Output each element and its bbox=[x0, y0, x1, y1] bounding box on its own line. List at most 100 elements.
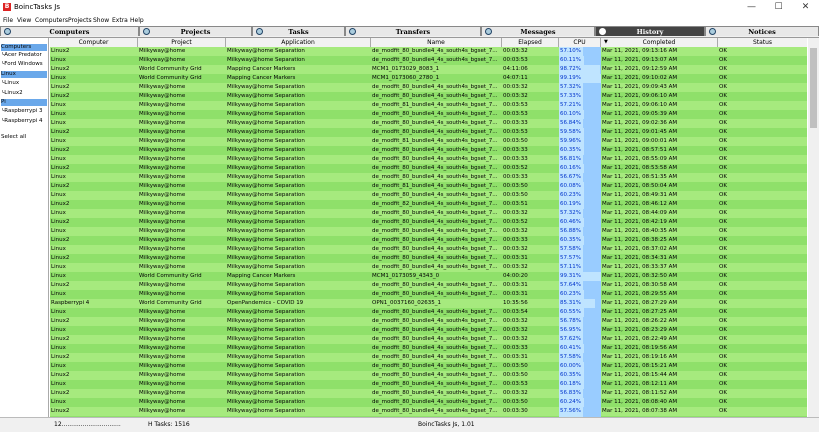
table-row[interactable]: Linux Milkyway@home Milkyway@home Separati… bbox=[50, 173, 807, 182]
tab-computers[interactable]: Computers bbox=[0, 26, 139, 36]
cell-project: Milkyway@home bbox=[139, 111, 186, 117]
cell-application: Milkyway@home Separation bbox=[227, 48, 305, 54]
sort-descending-icon: ▼ bbox=[604, 39, 608, 45]
table-row[interactable]: Linux Milkyway@home Milkyway@home Separati… bbox=[50, 137, 807, 146]
tab-notices[interactable]: Notices bbox=[705, 26, 819, 36]
table-row[interactable]: Linux Milkyway@home Milkyway@home Separati… bbox=[50, 362, 807, 371]
table-row[interactable]: Linux2 Milkyway@home Milkyway@home Separat… bbox=[50, 317, 807, 326]
table-row[interactable]: Linux Milkyway@home Milkyway@home Separati… bbox=[50, 290, 807, 299]
cell-completed: Mar 11, 2021, 09:13:16 AM bbox=[602, 48, 678, 54]
table-row[interactable]: Linux2 Milkyway@home Milkyway@home Separat… bbox=[50, 236, 807, 245]
table-row[interactable]: Linux World Community Grid Mapping Cancer … bbox=[50, 272, 807, 281]
sidebar-item-raspberrypi-3[interactable]: └Raspberrypi 3 bbox=[1, 108, 47, 115]
table-row[interactable]: Linux2 Milkyway@home Milkyway@home Separat… bbox=[50, 128, 807, 137]
cell-cpu: 85.31% bbox=[559, 299, 601, 308]
table-row[interactable]: Linux2 Milkyway@home Milkyway@home Separat… bbox=[50, 92, 807, 101]
cell-application: Milkyway@home Separation bbox=[227, 210, 305, 216]
tab-transfers[interactable]: Transfers bbox=[345, 26, 481, 36]
table-row[interactable]: Linux2 World Community Grid Mapping Cancer… bbox=[50, 65, 807, 74]
table-row[interactable]: Linux Milkyway@home Milkyway@home Separati… bbox=[50, 263, 807, 272]
cell-name: de_modfit_80_bundle4_4s_south4s_bgset_7.… bbox=[372, 156, 498, 162]
tab-messages[interactable]: Messages bbox=[481, 26, 595, 36]
cell-status: OK bbox=[719, 228, 727, 234]
table-row[interactable]: Linux Milkyway@home Milkyway@home Separati… bbox=[50, 155, 807, 164]
cell-name: de_modfit_80_bundle4_4s_south4s_bgset_7.… bbox=[372, 48, 498, 54]
sidebar-item-linux-group[interactable]: Linux bbox=[1, 71, 47, 78]
table-row[interactable]: Linux2 Milkyway@home Milkyway@home Separat… bbox=[50, 182, 807, 191]
cell-project: Milkyway@home bbox=[139, 399, 186, 405]
table-row[interactable]: Linux Milkyway@home Milkyway@home Separati… bbox=[50, 308, 807, 317]
menu-computers[interactable]: Computers bbox=[35, 16, 68, 25]
table-row[interactable]: Linux Milkyway@home Milkyway@home Separati… bbox=[50, 245, 807, 254]
column-header-status[interactable]: Status bbox=[718, 38, 807, 47]
table-row[interactable]: Linux Milkyway@home Milkyway@home Separati… bbox=[50, 119, 807, 128]
table-row[interactable]: Linux2 Milkyway@home Milkyway@home Separat… bbox=[50, 389, 807, 398]
sidebar-item-computers[interactable]: Computers bbox=[1, 44, 47, 51]
table-row[interactable]: Linux Milkyway@home Milkyway@home Separati… bbox=[50, 326, 807, 335]
table-row[interactable]: Linux2 Milkyway@home Milkyway@home Separat… bbox=[50, 47, 807, 56]
table-row[interactable]: Linux Milkyway@home Milkyway@home Separati… bbox=[50, 380, 807, 389]
column-header-cpu[interactable]: CPU bbox=[559, 38, 601, 47]
table-row[interactable]: Linux Milkyway@home Milkyway@home Separati… bbox=[50, 110, 807, 119]
table-row[interactable]: Linux2 Milkyway@home Milkyway@home Separat… bbox=[50, 164, 807, 173]
cell-name: de_modfit_80_bundle4_4s_south4s_bgset_7.… bbox=[372, 363, 498, 369]
sidebar-item-linux2[interactable]: └Linux2 bbox=[1, 90, 47, 97]
sidebar-item-ford-windows[interactable]: └Ford Windows bbox=[1, 61, 47, 68]
sidebar-item-raspberrypi-4[interactable]: └Raspberrypi 4 bbox=[1, 118, 47, 125]
app-logo-icon: B bbox=[3, 3, 11, 11]
minimize-button[interactable]: — bbox=[738, 0, 765, 15]
table-row[interactable]: Linux2 Milkyway@home Milkyway@home Separat… bbox=[50, 254, 807, 263]
column-header-application[interactable]: Application bbox=[226, 38, 371, 47]
sidebar-item-acer-predator[interactable]: └Acer Predator bbox=[1, 52, 47, 59]
table-row[interactable]: Linux Milkyway@home Milkyway@home Separati… bbox=[50, 344, 807, 353]
menu-view[interactable]: View bbox=[17, 16, 31, 25]
close-button[interactable]: ✕ bbox=[792, 0, 819, 15]
column-header-elapsed[interactable]: Elapsed bbox=[502, 38, 559, 47]
table-row[interactable]: Raspberrypi 4 World Community Grid OpenPan… bbox=[50, 299, 807, 308]
menu-show[interactable]: Show bbox=[93, 16, 109, 25]
cell-name: de_modfit_80_bundle4_4s_south4s_bgset_7.… bbox=[372, 120, 498, 126]
cell-computer: Linux bbox=[51, 192, 66, 198]
table-row[interactable]: Linux World Community Grid Mapping Cancer … bbox=[50, 74, 807, 83]
select-all-button[interactable]: Select all bbox=[1, 134, 47, 141]
table-row[interactable]: Linux Milkyway@home Milkyway@home Separati… bbox=[50, 101, 807, 110]
table-row[interactable]: Linux2 Milkyway@home Milkyway@home Separat… bbox=[50, 407, 807, 416]
table-row[interactable]: Linux2 Milkyway@home Milkyway@home Separat… bbox=[50, 353, 807, 362]
cell-status: OK bbox=[719, 138, 727, 144]
table-row[interactable]: Linux2 Milkyway@home Milkyway@home Separat… bbox=[50, 371, 807, 380]
table-row[interactable]: Linux Milkyway@home Milkyway@home Separati… bbox=[50, 227, 807, 236]
table-row[interactable]: Linux2 Milkyway@home Milkyway@home Separat… bbox=[50, 83, 807, 92]
table-row[interactable]: Linux2 Milkyway@home Milkyway@home Separat… bbox=[50, 335, 807, 344]
sidebar-item-pi-group[interactable]: Pi bbox=[1, 99, 47, 106]
tab-tasks[interactable]: Tasks bbox=[252, 26, 345, 36]
vertical-scrollbar[interactable] bbox=[808, 38, 819, 417]
table-row[interactable]: Linux Milkyway@home Milkyway@home Separati… bbox=[50, 191, 807, 200]
table-row[interactable]: Linux2 Milkyway@home Milkyway@home Separat… bbox=[50, 218, 807, 227]
tab-history[interactable]: History bbox=[595, 26, 705, 36]
menu-extra[interactable]: Extra bbox=[112, 16, 128, 25]
table-row[interactable]: Linux2 Milkyway@home Milkyway@home Separat… bbox=[50, 146, 807, 155]
table-row[interactable]: Linux Milkyway@home Milkyway@home Separati… bbox=[50, 56, 807, 65]
maximize-button[interactable]: ☐ bbox=[765, 0, 792, 15]
sidebar-item-linux[interactable]: └Linux bbox=[1, 80, 47, 87]
cell-project: Milkyway@home bbox=[139, 210, 186, 216]
column-header-completed[interactable]: ▼ Completed bbox=[601, 38, 718, 47]
cell-completed: Mar 11, 2021, 08:07:38 AM bbox=[602, 408, 678, 414]
column-header-computer[interactable]: Computer bbox=[50, 38, 138, 47]
menu-help[interactable]: Help bbox=[130, 16, 144, 25]
cell-completed: Mar 11, 2021, 08:49:31 AM bbox=[602, 192, 678, 198]
scrollbar-thumb[interactable] bbox=[810, 48, 817, 128]
table-row[interactable]: Linux2 Milkyway@home Milkyway@home Separat… bbox=[50, 281, 807, 290]
cell-status: OK bbox=[719, 264, 727, 270]
table-row[interactable]: Linux Milkyway@home Milkyway@home Separati… bbox=[50, 398, 807, 407]
column-header-name[interactable]: Name bbox=[371, 38, 502, 47]
cpu-value: 85.31% bbox=[560, 300, 581, 306]
table-row[interactable]: Linux2 Milkyway@home Milkyway@home Separat… bbox=[50, 200, 807, 209]
table-row[interactable]: Linux Milkyway@home Milkyway@home Separati… bbox=[50, 209, 807, 218]
column-header-project[interactable]: Project bbox=[138, 38, 226, 47]
menu-projects[interactable]: Projects bbox=[68, 16, 92, 25]
menu-file[interactable]: File bbox=[3, 16, 13, 25]
cell-elapsed: 00:03:32 bbox=[503, 48, 528, 54]
cell-status: OK bbox=[719, 165, 727, 171]
tab-projects[interactable]: Projects bbox=[139, 26, 252, 36]
